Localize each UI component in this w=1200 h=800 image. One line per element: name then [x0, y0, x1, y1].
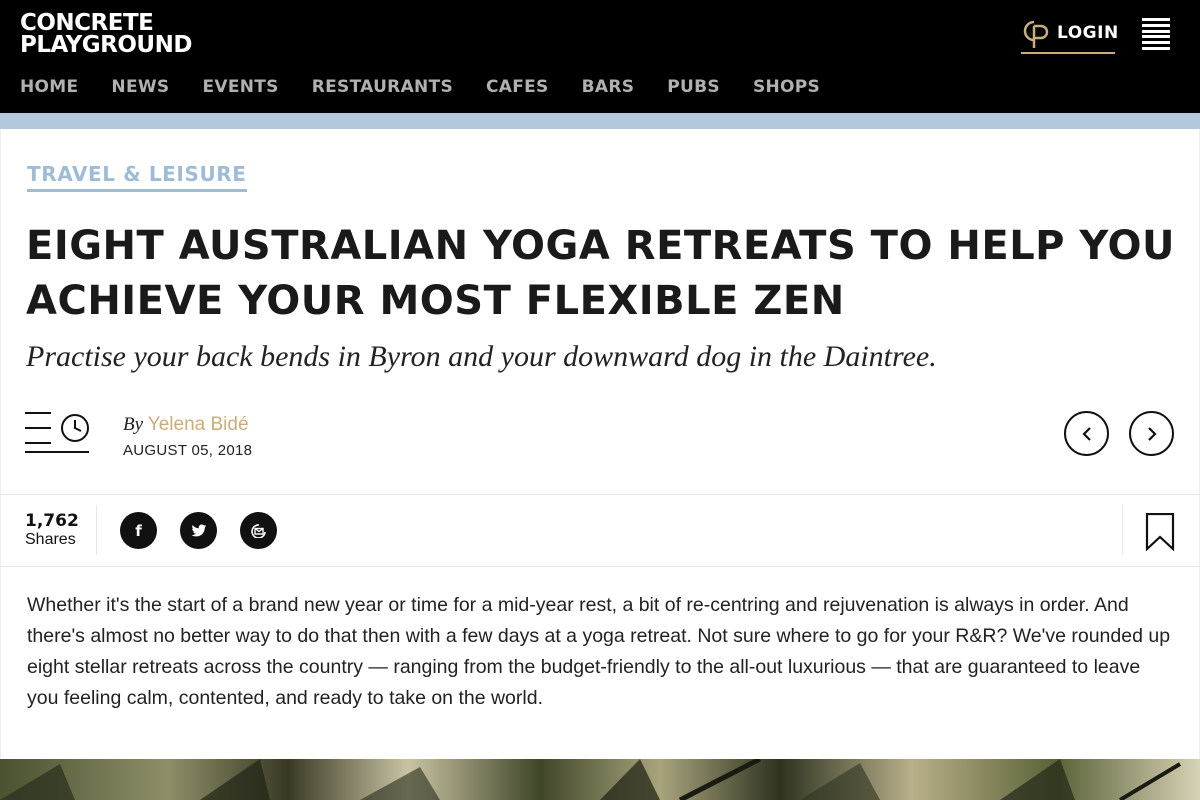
login-label: LOGIN	[1057, 23, 1119, 43]
author-link[interactable]: Yelena Bidé	[148, 414, 249, 435]
login-button[interactable]: LOGIN	[1021, 14, 1118, 54]
bookmark-button[interactable]	[1145, 512, 1175, 552]
next-article-button[interactable]	[1129, 411, 1174, 456]
byline-prefix: By	[123, 414, 144, 435]
header-accent-strip	[0, 113, 1200, 129]
main-nav: HOME NEWS EVENTS RESTAURANTS CAFES BARS …	[20, 77, 853, 97]
chevron-left-icon	[1081, 426, 1091, 441]
hero-image	[0, 759, 1200, 800]
logo-line-1: CONCRETE	[20, 10, 154, 36]
share-divider	[96, 505, 97, 555]
cp-monogram-icon	[1021, 16, 1051, 50]
nav-item-shops[interactable]: SHOPS	[753, 77, 820, 97]
logo-line-2: PLAYGROUND	[20, 32, 192, 58]
share-count-label: Shares	[25, 531, 76, 548]
nav-item-restaurants[interactable]: RESTAURANTS	[312, 77, 453, 97]
bookmark-icon	[1145, 512, 1175, 552]
share-count-number: 1,762	[25, 511, 79, 531]
site-header: CONCRETE PLAYGROUND LOGIN HOME NEWS EVEN…	[0, 0, 1200, 113]
facebook-share-button[interactable]: f	[120, 512, 157, 549]
email-icon	[250, 523, 266, 538]
twitter-share-button[interactable]	[180, 512, 217, 549]
nav-item-bars[interactable]: BARS	[582, 77, 635, 97]
nav-item-events[interactable]: EVENTS	[202, 77, 278, 97]
chevron-right-icon	[1147, 426, 1157, 441]
bookmark-divider	[1122, 505, 1123, 555]
nav-item-cafes[interactable]: CAFES	[486, 77, 549, 97]
previous-article-button[interactable]	[1064, 411, 1109, 456]
reading-time-icon	[25, 410, 91, 454]
facebook-icon: f	[135, 521, 142, 540]
article-title: EIGHT AUSTRALIAN YOGA RETREATS TO HELP Y…	[26, 223, 1175, 324]
article-intro: Whether it's the start of a brand new ye…	[27, 594, 1171, 709]
publish-date: AUGUST 05, 2018	[123, 442, 253, 459]
hamburger-menu-icon[interactable]	[1142, 18, 1170, 50]
email-share-button[interactable]	[240, 512, 277, 549]
byline: By Yelena Bidé	[123, 414, 249, 436]
share-count: 1,762 Shares	[25, 511, 95, 549]
site-logo[interactable]: CONCRETE PLAYGROUND	[20, 10, 192, 58]
nav-item-home[interactable]: HOME	[20, 77, 78, 97]
category-link[interactable]: TRAVEL & LEISURE	[27, 162, 247, 192]
twitter-icon	[191, 524, 206, 536]
nav-item-news[interactable]: NEWS	[111, 77, 169, 97]
nav-item-pubs[interactable]: PUBS	[667, 77, 720, 97]
article-subtitle: Practise your back bends in Byron and yo…	[26, 340, 937, 373]
share-bar: 1,762 Shares f	[0, 494, 1200, 567]
